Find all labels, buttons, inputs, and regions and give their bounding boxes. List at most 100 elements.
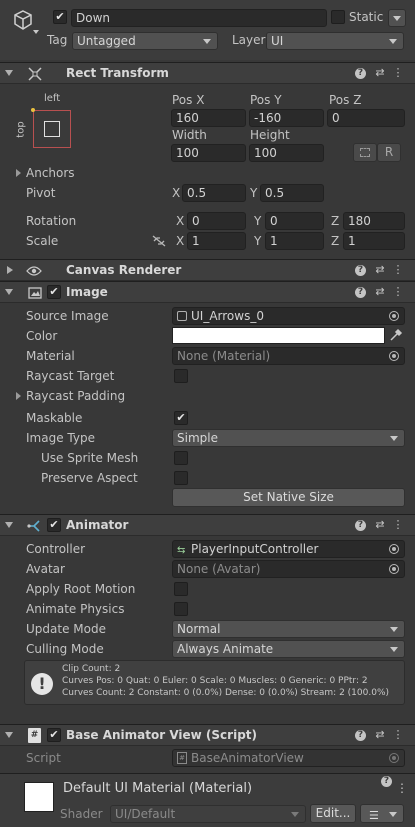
shader-options-dropdown[interactable]: ☰ xyxy=(360,804,404,823)
more-menu-icon[interactable]: ⋮ xyxy=(391,263,405,277)
blueprint-mode-button[interactable] xyxy=(353,143,377,162)
help-icon[interactable]: ? xyxy=(381,776,392,787)
pivot-y-label: Y xyxy=(250,186,258,200)
image-component-icon xyxy=(28,287,42,299)
scale-x-label: X xyxy=(176,234,185,248)
avatar-label: Avatar xyxy=(26,562,65,576)
raycast-padding-label[interactable]: Raycast Padding xyxy=(26,389,125,403)
active-toggle[interactable]: ✔ xyxy=(53,10,67,24)
foldout-icon[interactable] xyxy=(7,266,13,274)
scale-z-field[interactable]: 1 xyxy=(343,232,405,250)
edit-shader-button[interactable]: Edit... xyxy=(310,804,356,823)
help-icon[interactable]: ? xyxy=(355,730,366,741)
shader-dropdown[interactable]: UI/Default xyxy=(110,805,306,823)
animator-enabled-toggle[interactable]: ✔ xyxy=(47,518,61,532)
rect-transform-title: Rect Transform xyxy=(66,66,169,80)
width-field[interactable]: 100 xyxy=(171,144,246,162)
raycast-target-toggle[interactable] xyxy=(174,369,188,383)
animate-physics-toggle[interactable] xyxy=(174,602,188,616)
culling-mode-dropdown[interactable]: Always Animate xyxy=(172,640,405,658)
foldout-icon[interactable] xyxy=(5,522,13,528)
canvas-renderer-header[interactable]: Canvas Renderer ? ⇄ ⋮ xyxy=(0,259,415,281)
anchors-foldout-icon[interactable] xyxy=(16,169,21,177)
eye-icon xyxy=(26,266,42,276)
rot-x-field[interactable]: 0 xyxy=(187,212,246,230)
scale-y-label: Y xyxy=(254,234,262,248)
preset-icon[interactable]: ⇄ xyxy=(373,66,387,80)
scale-x-field[interactable]: 1 xyxy=(187,232,246,250)
eyedropper-icon[interactable] xyxy=(389,328,403,342)
foldout-icon[interactable] xyxy=(5,289,13,295)
preset-icon[interactable]: ⇄ xyxy=(373,518,387,532)
raycast-padding-foldout-icon[interactable] xyxy=(16,392,21,400)
image-header[interactable]: ✔ Image ? ⇄ ⋮ xyxy=(0,281,415,303)
gameobject-name-field[interactable]: Down xyxy=(71,9,327,27)
raw-edit-button[interactable]: R xyxy=(377,143,401,162)
help-icon[interactable]: ? xyxy=(355,520,366,531)
maskable-toggle[interactable]: ✔ xyxy=(174,411,188,425)
help-icon[interactable]: ? xyxy=(355,287,366,298)
apply-root-motion-toggle[interactable] xyxy=(174,582,188,596)
more-menu-icon[interactable]: ⋮ xyxy=(391,285,405,299)
object-picker-icon[interactable] xyxy=(389,311,399,321)
pos-x-field[interactable]: 160 xyxy=(171,109,246,127)
rot-z-label: Z xyxy=(331,214,340,228)
more-menu-icon[interactable]: ⋮ xyxy=(396,781,408,795)
avatar-field[interactable]: None (Avatar) xyxy=(172,560,405,578)
foldout-icon[interactable] xyxy=(5,70,13,76)
rot-z-field[interactable]: 180 xyxy=(343,212,405,230)
pos-y-label: Pos Y xyxy=(250,93,282,107)
pivot-x-label: X xyxy=(172,186,181,200)
update-mode-dropdown[interactable]: Normal xyxy=(172,620,405,638)
image-type-dropdown[interactable]: Simple xyxy=(172,429,405,447)
image-enabled-toggle[interactable]: ✔ xyxy=(47,285,61,299)
raycast-target-label: Raycast Target xyxy=(26,369,115,383)
anchors-label[interactable]: Anchors xyxy=(26,166,75,180)
material-preview-thumbnail xyxy=(24,782,54,812)
anchor-preset-button[interactable] xyxy=(31,108,71,148)
help-icon[interactable]: ? xyxy=(355,265,366,276)
preset-icon[interactable]: ⇄ xyxy=(373,728,387,742)
info-line-3: Curves Count: 2 Constant: 0 (0.0%) Dense… xyxy=(62,688,390,698)
preset-icon[interactable]: ⇄ xyxy=(373,263,387,277)
controller-field[interactable]: ⇆ PlayerInputController xyxy=(172,540,405,558)
static-toggle[interactable] xyxy=(331,10,345,24)
static-dropdown[interactable] xyxy=(388,9,406,27)
object-picker-icon[interactable] xyxy=(389,564,399,574)
pos-z-label: Pos Z xyxy=(329,93,362,107)
more-menu-icon[interactable]: ⋮ xyxy=(391,728,405,742)
material-field[interactable]: None (Material) xyxy=(172,347,405,365)
object-picker-icon[interactable] xyxy=(389,544,399,554)
color-label: Color xyxy=(26,329,58,343)
rect-transform-header[interactable]: Rect Transform ? ⇄ ⋮ xyxy=(0,62,415,84)
object-picker-icon[interactable] xyxy=(389,351,399,361)
layer-dropdown[interactable]: UI xyxy=(266,32,404,50)
pos-z-field[interactable]: 0 xyxy=(327,109,405,127)
set-native-size-button[interactable]: Set Native Size xyxy=(172,488,405,507)
script-file-icon: # xyxy=(28,728,41,743)
tag-dropdown[interactable]: Untagged xyxy=(72,32,218,50)
info-icon: ! xyxy=(31,673,53,695)
preserve-aspect-toggle[interactable] xyxy=(174,471,188,485)
cube-dropdown-arrow-icon[interactable] xyxy=(33,30,39,34)
foldout-icon[interactable] xyxy=(5,732,13,738)
base-animator-view-header[interactable]: # ✔ Base Animator View (Script) ? ⇄ ⋮ xyxy=(0,724,415,746)
pivot-x-field[interactable]: 0.5 xyxy=(182,184,246,202)
help-icon[interactable]: ? xyxy=(355,68,366,79)
use-sprite-mesh-toggle[interactable] xyxy=(174,451,188,465)
preset-icon[interactable]: ⇄ xyxy=(373,285,387,299)
source-image-label: Source Image xyxy=(26,309,109,323)
more-menu-icon[interactable]: ⋮ xyxy=(391,66,405,80)
source-image-field[interactable]: UI_Arrows_0 xyxy=(172,307,405,325)
animator-header[interactable]: ✔ Animator ? ⇄ ⋮ xyxy=(0,514,415,536)
more-menu-icon[interactable]: ⋮ xyxy=(391,518,405,532)
pivot-y-field[interactable]: 0.5 xyxy=(260,184,324,202)
rot-y-field[interactable]: 0 xyxy=(265,212,324,230)
script-enabled-toggle[interactable]: ✔ xyxy=(47,728,61,742)
height-field[interactable]: 100 xyxy=(249,144,324,162)
pos-y-field[interactable]: -160 xyxy=(249,109,324,127)
scale-y-field[interactable]: 1 xyxy=(265,232,324,250)
color-swatch[interactable] xyxy=(172,327,385,344)
sprite-icon xyxy=(177,311,187,321)
constrain-proportions-icon[interactable] xyxy=(152,235,166,247)
